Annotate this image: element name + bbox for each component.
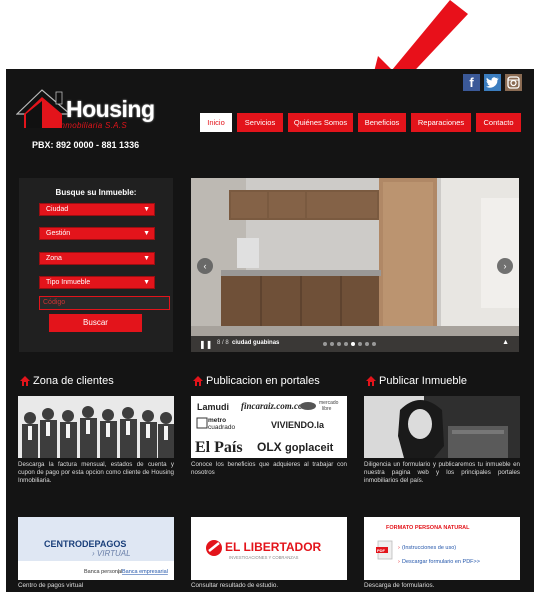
slide-dot[interactable]	[372, 342, 376, 346]
svg-text:El País: El País	[195, 439, 243, 456]
pause-icon[interactable]: ❚❚	[199, 340, 212, 349]
slide-dot[interactable]	[358, 342, 362, 346]
twitter-icon[interactable]	[484, 74, 501, 91]
caret-down-icon: ▼	[143, 279, 150, 286]
centro-pagos-card[interactable]: CENTRODEPAGOS › VIRTUAL Banca personal |…	[18, 517, 174, 580]
svg-text:VIVIENDO.la: VIVIENDO.la	[271, 420, 325, 430]
clients-image[interactable]	[18, 396, 174, 458]
svg-text:libre: libre	[322, 406, 332, 412]
caret-down-icon: ▼	[143, 230, 150, 237]
centro-pagos-caption: Centro de pagos virtual	[18, 582, 84, 589]
publish-property-description: Diligencia un formulario y publicaremos …	[364, 461, 520, 484]
section-title-publicar-inmueble[interactable]: Publicar Inmueble	[379, 375, 467, 387]
publish-property-image[interactable]	[364, 396, 520, 458]
svg-text:Banca personal: Banca personal	[84, 569, 122, 575]
caret-up-icon[interactable]: ▲	[502, 339, 509, 346]
svg-text:EL LIBERTADOR: EL LIBERTADOR	[225, 540, 322, 554]
search-title: Busque su Inmueble:	[55, 188, 137, 197]
brand-name: Housing	[66, 96, 155, 122]
clients-description: Descarga la factura mensual, estados de …	[18, 461, 174, 484]
house-icon	[20, 376, 30, 386]
brand-subtitle: Inmobiliaria S.A.S	[58, 121, 127, 130]
el-libertador-card[interactable]: EL LIBERTADOR INVESTIGACIONES Y COBRANZA…	[191, 517, 347, 580]
nav-inicio[interactable]: Inicio	[200, 113, 232, 132]
formularios-caption: Descarga de formularios.	[364, 582, 435, 589]
portals-description: Conoce los beneficios que adquieres al t…	[191, 461, 347, 476]
chevron-left-icon[interactable]: ‹	[197, 258, 213, 274]
svg-text:›: ›	[398, 545, 400, 551]
slide-dot[interactable]	[323, 342, 327, 346]
el-libertador-caption: Consultar resultado de estudio.	[191, 582, 279, 589]
caret-down-icon: ▼	[143, 255, 150, 262]
nav-servicios[interactable]: Servicios	[237, 113, 283, 132]
svg-text:›: ›	[398, 559, 400, 565]
caret-down-icon: ▼	[143, 206, 150, 213]
svg-text:fincaraiz.com.co: fincaraiz.com.co	[241, 401, 303, 411]
property-search-panel: Busque su Inmueble: Ciudad ▼ Gestión ▼ Zon…	[19, 178, 173, 352]
svg-text:metro: metro	[208, 417, 226, 424]
svg-text:Descargar formulario en PDF>>: Descargar formulario en PDF>>	[402, 559, 480, 565]
section-title-zona-clientes[interactable]: Zona de clientes	[33, 375, 114, 387]
svg-text:cuadrado: cuadrado	[208, 424, 235, 431]
codigo-input[interactable]: Código	[39, 296, 170, 310]
select-ciudad[interactable]: Ciudad ▼	[39, 203, 155, 216]
section-title-publicacion[interactable]: Publicacion en portales	[206, 375, 320, 387]
svg-text:PDF: PDF	[377, 548, 386, 553]
slide-caption: 8 / 8 ciudad guabinas	[217, 340, 280, 346]
slider-controls: ❚❚ 8 / 8 ciudad guabinas ▲	[191, 336, 519, 352]
slide-dot[interactable]	[337, 342, 341, 346]
slide-dot-active[interactable]	[351, 342, 355, 346]
select-zona[interactable]: Zona ▼	[39, 252, 155, 265]
chevron-right-icon[interactable]: ›	[497, 258, 513, 274]
property-slider[interactable]: ‹ › ❚❚ 8 / 8 ciudad guabinas ▲	[191, 178, 519, 352]
nav-beneficios[interactable]: Beneficios	[358, 113, 406, 132]
nav-quienes-somos[interactable]: Quiénes Somos	[288, 113, 353, 132]
phone-number: PBX: 892 0000 - 881 1336	[32, 140, 140, 150]
slide-dot[interactable]	[365, 342, 369, 346]
portals-logos-image[interactable]: Lamudi fincaraiz.com.co mercado libre me…	[191, 396, 347, 458]
nav-contacto[interactable]: Contacto	[476, 113, 521, 132]
kitchen-photo	[191, 178, 519, 352]
svg-text:(Instrucciones de uso): (Instrucciones de uso)	[402, 545, 456, 551]
svg-text:INVESTIGACIONES Y COBRANZAS: INVESTIGACIONES Y COBRANZAS	[229, 555, 299, 560]
house-icon	[193, 376, 203, 386]
select-tipo-inmueble[interactable]: Tipo Inmueble ▼	[39, 276, 155, 289]
slide-dot[interactable]	[344, 342, 348, 346]
svg-text:goplaceit: goplaceit	[285, 442, 334, 454]
select-gestion[interactable]: Gestión ▼	[39, 227, 155, 240]
nav-reparaciones[interactable]: Reparaciones	[411, 113, 471, 132]
svg-text:FORMATO PERSONA NATURAL: FORMATO PERSONA NATURAL	[386, 525, 470, 531]
house-icon	[366, 376, 376, 386]
buscar-button[interactable]: Buscar	[49, 314, 142, 332]
slide-dot[interactable]	[330, 342, 334, 346]
svg-text:CENTRODEPAGOS: CENTRODEPAGOS	[44, 539, 126, 549]
svg-text:› VIRTUAL: › VIRTUAL	[92, 549, 131, 558]
instagram-icon[interactable]	[505, 74, 522, 91]
svg-text:OLX: OLX	[257, 440, 282, 454]
svg-text:|: |	[118, 569, 119, 575]
svg-text:Banca empresarial: Banca empresarial	[122, 569, 168, 575]
svg-text:Lamudi: Lamudi	[197, 402, 229, 412]
facebook-icon[interactable]: f	[463, 74, 480, 91]
formularios-card[interactable]: FORMATO PERSONA NATURAL PDF › (Instrucci…	[364, 517, 520, 580]
